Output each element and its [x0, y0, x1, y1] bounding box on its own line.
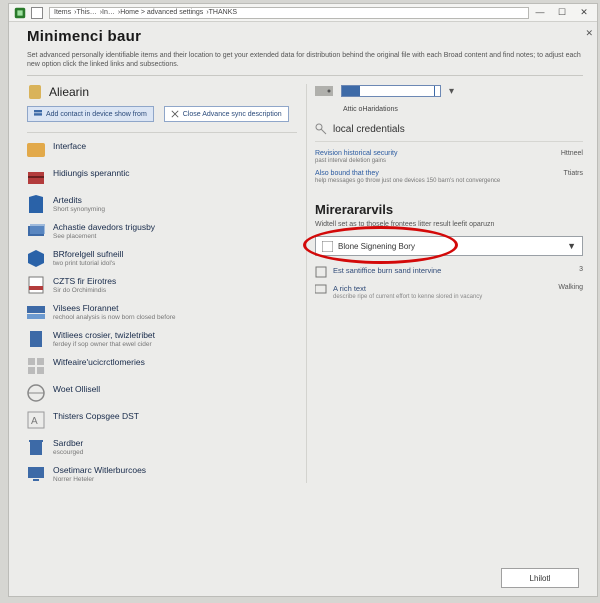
book-icon [322, 241, 333, 252]
badge-count: 3 [579, 266, 583, 273]
section-heading: Aliearin [27, 84, 297, 100]
link-row[interactable]: Revision historical securitypast interva… [315, 150, 583, 164]
layers-icon [27, 222, 45, 240]
folder-icon [27, 141, 45, 159]
group-description: Widtell set as to thosele frontees litte… [315, 221, 583, 228]
setting-row[interactable]: A rich textdescribe ripe of current effo… [315, 284, 583, 300]
group-heading: Mirerararvils [315, 202, 583, 217]
list-item[interactable]: Vilsees Florannetrechool analysis is now… [27, 303, 297, 321]
trash-icon [27, 438, 45, 456]
nav-box-icon[interactable] [31, 7, 43, 19]
list-item[interactable]: ArteditsShort synonyming [27, 195, 297, 213]
storage-label: Attic oHaridations [343, 106, 583, 113]
settings-list: Interface Hidiungis speranntic ArteditsS… [27, 141, 297, 483]
list-item[interactable]: BRforelgell sufneilltwo print tutorial i… [27, 249, 297, 267]
storage-edit-icon[interactable]: ▾ [449, 86, 454, 97]
file-icon [27, 330, 45, 348]
list-item[interactable]: Witliees crosier, twizletribetferdey if … [27, 330, 297, 348]
signing-dropdown[interactable]: Blone Signening Bory ▼ [315, 236, 583, 256]
list-item[interactable]: Witfeaire'ucicrctlomeries [27, 357, 297, 375]
tab-contact-device[interactable]: Add contact in device show from [27, 106, 154, 122]
titlebar: Items› This…› In…› Home > advanced setti… [9, 4, 597, 22]
cube-icon [27, 249, 45, 267]
panel-close-icon[interactable]: ✕ [585, 28, 593, 39]
app-icon [13, 6, 27, 20]
main-window: Items› This…› In…› Home > advanced setti… [8, 3, 598, 597]
page-description: Set advanced personally identifiable ite… [27, 51, 583, 69]
list-item[interactable]: Hidiungis speranntic [27, 168, 297, 186]
column-divider [306, 84, 307, 483]
checkbox-icon [315, 266, 327, 278]
display-icon [315, 284, 327, 296]
grid-icon [27, 357, 45, 375]
svg-text:A: A [31, 416, 38, 427]
document-icon [27, 276, 45, 294]
list-item[interactable]: Achastie davedors trigusbySee placement [27, 222, 297, 240]
list-item[interactable]: AThisters Copsgee DST [27, 411, 297, 429]
chevron-down-icon: ▼ [567, 241, 576, 251]
close-button[interactable]: ✕ [579, 8, 589, 18]
divider [315, 141, 583, 142]
maximize-button[interactable]: ☐ [557, 8, 567, 18]
language-icon: A [27, 411, 45, 429]
divider [27, 75, 583, 76]
setting-row[interactable]: Est santiffice burn sand intervine 3 [315, 266, 583, 278]
divider [27, 132, 297, 133]
key-icon [315, 123, 327, 135]
page-title: Minimenci baur [27, 28, 583, 45]
minimize-button[interactable]: — [535, 8, 545, 18]
tab-advance-sync[interactable]: Close Advance sync description [164, 106, 289, 122]
credentials-heading: local credentials [315, 123, 583, 135]
list-item[interactable]: Interface [27, 141, 297, 159]
monitor-icon [27, 465, 45, 483]
globe-icon [27, 384, 45, 402]
storage-row: ▾ [315, 84, 583, 98]
status-label: Httneel [561, 150, 583, 157]
storage-bar [341, 85, 441, 97]
link-revision-history: Revision historical securitypast interva… [315, 150, 553, 164]
shirt-icon [27, 195, 45, 213]
list-item[interactable]: Sardberescourged [27, 438, 297, 456]
gift-icon [27, 168, 45, 186]
hard-drive-icon [315, 84, 333, 98]
shield-icon [27, 84, 43, 100]
link-row[interactable]: Also bound that theyhelp messages go thr… [315, 170, 583, 184]
link-also-bound: Also bound that theyhelp messages go thr… [315, 170, 556, 184]
list-item[interactable]: Woet Ollisell [27, 384, 297, 402]
close-icon [171, 110, 179, 118]
stack-icon [34, 110, 42, 118]
list-item[interactable]: CZTS fir EirotresSir do Orchimindis [27, 276, 297, 294]
breadcrumb[interactable]: Items› This…› In…› Home > advanced setti… [49, 7, 529, 19]
status-label: Ttiatrs [564, 170, 583, 177]
close-dialog-button[interactable]: Lhilotl [501, 568, 579, 588]
drive-icon [27, 303, 45, 321]
list-item[interactable]: Osetimarc WitlerburcoesNorrer Heteler [27, 465, 297, 483]
status-badge: Walking [558, 284, 583, 291]
